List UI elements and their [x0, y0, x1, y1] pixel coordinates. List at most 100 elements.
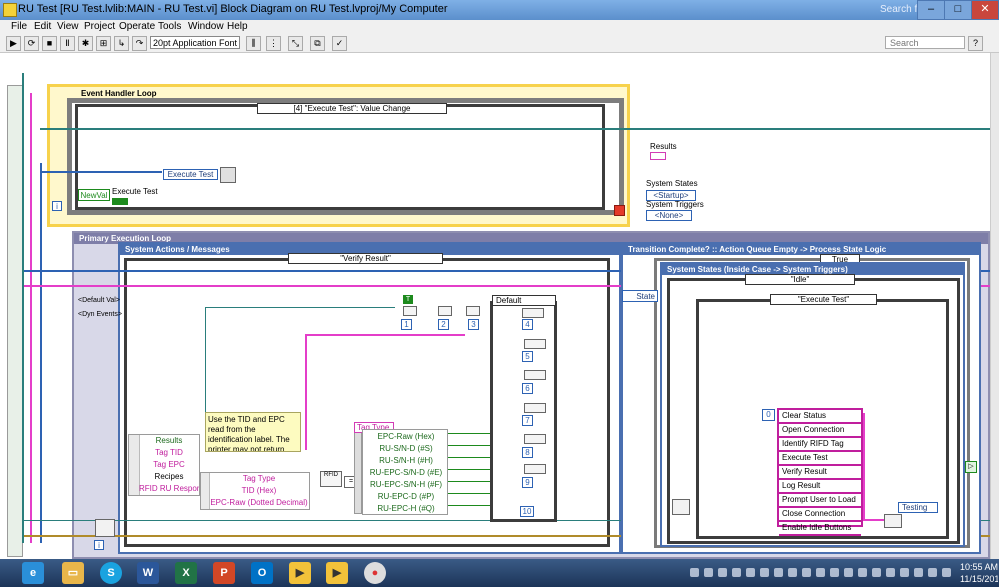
vertical-scrollbar[interactable] [990, 53, 999, 559]
maximize-button[interactable]: □ [944, 0, 972, 20]
update-subvi[interactable] [466, 306, 480, 316]
word-icon[interactable]: W [137, 562, 159, 584]
resize-objects-icon[interactable]: ⤡ [288, 36, 303, 51]
update-subvi[interactable] [524, 403, 546, 413]
step-into-icon[interactable]: ↳ [114, 36, 129, 51]
none-enum-constant[interactable]: <None> [646, 210, 692, 221]
search-input[interactable]: Search [885, 36, 965, 49]
highlight-execution-icon[interactable]: ✱ [78, 36, 93, 51]
tray-icon[interactable] [886, 568, 895, 577]
excel-icon[interactable]: X [175, 562, 197, 584]
reorder-icon[interactable]: ⧉ [310, 36, 325, 51]
update-subvi[interactable] [524, 434, 546, 444]
update-subvi[interactable] [403, 306, 417, 316]
update-subvi[interactable] [522, 308, 544, 318]
menu-project[interactable]: Project [84, 21, 115, 32]
tag-type-list[interactable]: EPC-Raw (Hex) RU-S/N-D (#S) RU-S/N-H (#H… [362, 429, 448, 515]
close-button[interactable]: ✕ [971, 0, 999, 20]
tray-icon[interactable] [816, 568, 825, 577]
default-case-selector[interactable]: Default [492, 295, 556, 306]
tray-icon[interactable] [872, 568, 881, 577]
num-const-2[interactable]: 2 [438, 319, 449, 330]
menu-tools[interactable]: Tools [158, 21, 181, 32]
tray-icon[interactable] [858, 568, 867, 577]
run-arrow-icon[interactable]: ▶ [6, 36, 21, 51]
inner-num-4[interactable]: 4 [522, 319, 533, 330]
verify-result-selector[interactable]: "Verify Result" [288, 253, 443, 264]
menu-window[interactable]: Window [188, 21, 224, 32]
menu-edit[interactable]: Edit [34, 21, 51, 32]
chrome-icon[interactable]: ● [364, 562, 386, 584]
update-subvi[interactable] [524, 370, 546, 380]
labview-icon[interactable]: ▶ [289, 562, 311, 584]
loop-condition-terminal[interactable]: ▷ [965, 461, 977, 473]
minimize-button[interactable]: – [917, 0, 945, 20]
execute-test-case-selector[interactable]: "Execute Test" [770, 294, 877, 305]
tray-icon[interactable] [830, 568, 839, 577]
dequeue-subvi[interactable] [672, 499, 690, 515]
tray-icon[interactable] [774, 568, 783, 577]
align-objects-icon[interactable]: ⫼ [246, 36, 261, 51]
notification-icon[interactable] [942, 568, 951, 577]
outlook-icon[interactable]: O [251, 562, 273, 584]
tray-icon[interactable] [788, 568, 797, 577]
idle-case-selector[interactable]: "Idle" [745, 274, 855, 285]
build-array-node[interactable] [884, 514, 902, 528]
tray-icon[interactable] [690, 568, 699, 577]
abort-icon[interactable]: ■ [42, 36, 57, 51]
menu-operate[interactable]: Operate [119, 21, 155, 32]
pause-icon[interactable]: Ⅱ [60, 36, 75, 51]
state-terminal[interactable]: State [622, 290, 658, 302]
event-case-selector[interactable]: [4] "Execute Test": Value Change [257, 103, 447, 114]
newval-node[interactable]: NewVal [78, 189, 110, 201]
labview-icon-2[interactable]: ▶ [326, 562, 348, 584]
file-explorer-icon[interactable]: ▭ [62, 562, 84, 584]
skype-icon[interactable]: S [100, 562, 122, 584]
network-icon[interactable] [914, 568, 923, 577]
tray-icon[interactable] [844, 568, 853, 577]
inner-num-6[interactable]: 6 [522, 383, 533, 394]
enqueue-message-subvi[interactable] [220, 167, 236, 183]
menu-view[interactable]: View [57, 21, 79, 32]
bluetooth-icon[interactable] [760, 568, 769, 577]
tray-icon[interactable] [704, 568, 713, 577]
array-index-display[interactable]: 0 [762, 409, 775, 421]
update-subvi[interactable] [524, 464, 546, 474]
results-cluster-terminal[interactable] [650, 152, 666, 160]
state-array-constant[interactable]: Clear Status Open Connection Identify RI… [777, 408, 863, 536]
inner-num-5[interactable]: 5 [522, 351, 533, 362]
execute-test-bool-terminal[interactable] [112, 198, 128, 205]
testing-enum-constant[interactable]: Testing [898, 502, 938, 513]
inner-num-7[interactable]: 7 [522, 415, 533, 426]
powerpoint-icon[interactable]: P [213, 562, 235, 584]
clean-up-diagram-icon[interactable]: ✓ [332, 36, 347, 51]
distribute-objects-icon[interactable]: ⋮ [266, 36, 281, 51]
results-cluster[interactable]: Results Tag TID Tag EPC Recipes RFID RU … [128, 434, 200, 496]
block-diagram-canvas[interactable]: Event Handler Loop [4] "Execute Test": V… [0, 53, 999, 559]
menu-file[interactable]: File [11, 21, 27, 32]
inner-num-10[interactable]: 10 [520, 506, 534, 517]
tray-icon[interactable] [718, 568, 727, 577]
true-bool-constant[interactable]: T [403, 295, 413, 304]
menu-help[interactable]: Help [227, 21, 248, 32]
bundle-node[interactable] [95, 519, 115, 537]
font-selector[interactable]: 20pt Application Font [150, 36, 240, 49]
tray-icon[interactable] [802, 568, 811, 577]
comment-note[interactable]: Use the TID and EPC read from the identi… [205, 412, 301, 452]
tray-icon[interactable] [746, 568, 755, 577]
help-icon[interactable]: ? [968, 36, 983, 51]
internet-explorer-icon[interactable]: e [22, 562, 44, 584]
run-continuously-icon[interactable]: ⟳ [24, 36, 39, 51]
tray-icon[interactable] [732, 568, 741, 577]
update-subvi[interactable] [524, 339, 546, 349]
num-const-1[interactable]: 1 [401, 319, 412, 330]
step-over-icon[interactable]: ↷ [132, 36, 147, 51]
inner-num-8[interactable]: 8 [522, 447, 533, 458]
update-subvi[interactable] [438, 306, 452, 316]
num-const-3[interactable]: 3 [468, 319, 479, 330]
retain-wire-values-icon[interactable]: ⊞ [96, 36, 111, 51]
tag-cluster[interactable]: Tag Type TID (Hex) EPC-Raw (Dotted Decim… [200, 472, 310, 510]
event-stop-terminal[interactable] [614, 205, 625, 216]
inner-num-9[interactable]: 9 [522, 477, 533, 488]
rfid-read-subvi[interactable]: RFID [320, 471, 342, 487]
